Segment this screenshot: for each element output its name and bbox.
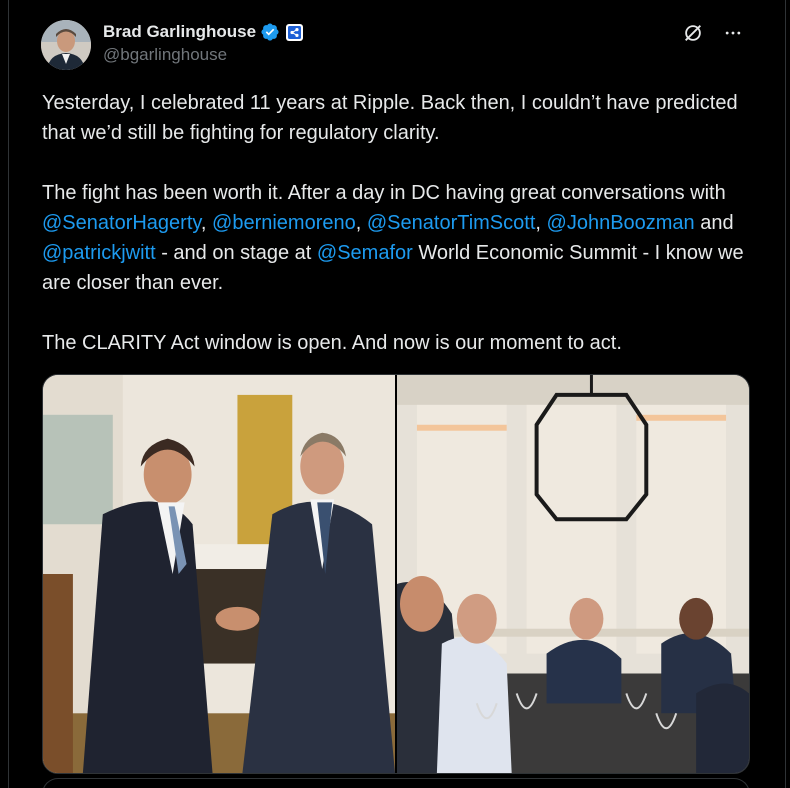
mention-senatortimscott[interactable]: @SenatorTimScott [367, 212, 536, 234]
verified-badge-icon[interactable] [260, 22, 280, 42]
mention-johnboozman[interactable]: @JohnBoozman [547, 212, 695, 234]
grok-icon[interactable] [680, 20, 706, 46]
tweet-top-actions [680, 20, 746, 46]
mention-patrickjwitt[interactable]: @patrickjwitt [42, 242, 156, 264]
tweet-paragraph-2: The fight has been worth it. After a day… [42, 178, 757, 298]
tweet-text-span: , [355, 212, 367, 234]
tweet-text-span: The fight has been worth it. After a day… [42, 182, 726, 204]
tweet-text: Yesterday, I celebrated 11 years at Ripp… [42, 88, 757, 358]
next-card-edge [42, 778, 750, 788]
author-display-name[interactable]: Brad Garlinghouse [103, 22, 256, 42]
tweet-text-span: , [535, 212, 547, 234]
tweet-paragraph-1: Yesterday, I celebrated 11 years at Ripp… [42, 92, 738, 144]
mention-berniemoreno[interactable]: @berniemoreno [212, 212, 356, 234]
mention-senatorhagerty[interactable]: @SenatorHagerty [42, 212, 201, 234]
mention-semafor[interactable]: @Semafor [317, 242, 413, 264]
tweet-text-span: - and on stage at [155, 242, 317, 264]
more-dots-icon[interactable] [720, 20, 746, 46]
author-name-row: Brad Garlinghouse [103, 20, 304, 44]
tweet-media-grid [42, 374, 750, 774]
tweet-text-span: and [694, 212, 734, 234]
avatar[interactable] [41, 20, 91, 70]
ripple-logo-icon[interactable] [286, 23, 304, 41]
tweet-paragraph-3: The CLARITY Act window is open. And now … [42, 332, 622, 354]
photo-dinner[interactable] [397, 375, 749, 773]
author-handle[interactable]: @bgarlinghouse [103, 45, 227, 65]
tweet-text-span: , [200, 212, 213, 234]
photo-handshake[interactable] [43, 375, 395, 773]
